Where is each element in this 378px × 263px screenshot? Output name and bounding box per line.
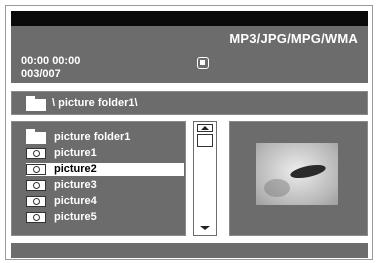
thumbnail-mark <box>289 162 327 181</box>
camera-icon <box>26 148 46 159</box>
path-bar: \ picture folder1\ <box>11 91 368 115</box>
list-item[interactable]: picture1 <box>26 147 184 160</box>
list-item-label: picture5 <box>54 211 97 223</box>
spacer <box>11 236 368 243</box>
image-thumbnail <box>256 143 338 205</box>
list-item[interactable]: picture3 <box>26 179 184 192</box>
stop-icon <box>197 57 209 69</box>
bottom-bar <box>11 243 368 258</box>
list-item[interactable]: picture4 <box>26 195 184 208</box>
thumbnail-shading <box>264 179 290 197</box>
list-item-selected[interactable]: picture2 <box>26 163 184 176</box>
list-item[interactable]: picture5 <box>26 211 184 224</box>
spacer <box>11 83 368 91</box>
camera-icon <box>26 196 46 207</box>
current-path: \ picture folder1\ <box>52 97 138 109</box>
folder-icon <box>26 129 46 144</box>
camera-icon <box>26 164 46 175</box>
top-bar <box>11 11 368 26</box>
scroll-down-arrow-icon[interactable] <box>197 225 213 233</box>
scroll-thumb[interactable] <box>197 134 213 147</box>
list-item-label: picture3 <box>54 179 97 191</box>
info-panel: MP3/JPG/MPG/WMA 00:00 00:00 003/007 <box>11 26 368 83</box>
list-item-label: picture1 <box>54 147 97 159</box>
time-display: 00:00 00:00 <box>21 55 81 67</box>
list-item-label: picture4 <box>54 195 97 207</box>
list-item-label: picture2 <box>54 163 97 175</box>
list-item-label: picture folder1 <box>54 131 131 143</box>
camera-icon <box>26 212 46 223</box>
mode-title: MP3/JPG/MPG/WMA <box>229 31 358 46</box>
folder-icon <box>26 96 46 111</box>
file-list: picture folder1 picture1 picture2 pictur… <box>11 121 186 236</box>
preview-panel <box>229 121 368 236</box>
track-counter: 003/007 <box>21 68 61 80</box>
camera-icon <box>26 180 46 191</box>
list-item-folder[interactable]: picture folder1 <box>26 129 184 144</box>
scroll-up-arrow-icon[interactable] <box>197 124 213 132</box>
scrollbar[interactable] <box>193 121 217 236</box>
